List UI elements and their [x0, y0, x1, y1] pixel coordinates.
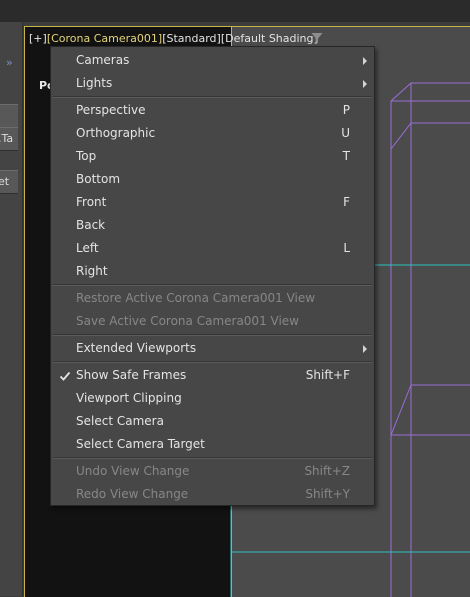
menu-item-label: Cameras: [76, 53, 130, 67]
viewport-camera-label[interactable]: [Corona Camera001]: [47, 32, 162, 45]
menu-item-label: Top: [76, 149, 97, 163]
menu-separator: [53, 96, 372, 98]
menu-item-shortcut: Shift+Y: [305, 487, 350, 501]
menu-item-shortcut: P: [342, 103, 350, 117]
menu-item-show-safe-frames[interactable]: Show Safe Frames Shift+F: [51, 364, 374, 387]
menu-item-shortcut: Shift+F: [305, 368, 350, 382]
menu-item-save-view[interactable]: Save Active Corona Camera001 View: [51, 310, 374, 333]
menu-item-redo-view-change[interactable]: Redo View Change Shift+Y: [51, 483, 374, 506]
menu-item-shortcut: T: [342, 149, 350, 163]
menu-item-undo-view-change[interactable]: Undo View Change Shift+Z: [51, 460, 374, 483]
menu-item-label: Show Safe Frames: [76, 368, 187, 382]
submenu-arrow-icon: [363, 345, 367, 353]
menu-separator: [53, 361, 372, 363]
menu-item-label: Select Camera Target: [76, 437, 205, 451]
viewport-mode-label[interactable]: [Standard]: [162, 32, 221, 45]
menu-item-lights[interactable]: Lights: [51, 72, 374, 95]
menu-item-label: Bottom: [76, 172, 121, 186]
menu-item-back[interactable]: Back: [51, 214, 374, 237]
menu-item-cameras[interactable]: Cameras: [51, 49, 374, 72]
viewport-shading-label[interactable]: [Default Shading]: [221, 32, 318, 45]
menu-item-label: Select Camera: [76, 414, 164, 428]
menu-separator: [53, 334, 372, 336]
menu-item-label: Redo View Change: [76, 487, 189, 501]
menu-item-label: Lights: [76, 76, 113, 90]
menu-item-right[interactable]: Right: [51, 260, 374, 283]
menu-item-label: Back: [76, 218, 106, 232]
panel-tab-3[interactable]: et: [0, 170, 18, 194]
menu-item-select-camera[interactable]: Select Camera: [51, 410, 374, 433]
menu-item-shortcut: U: [341, 126, 350, 140]
menu-item-front[interactable]: Front F: [51, 191, 374, 214]
menu-item-label: Perspective: [76, 103, 146, 117]
menu-item-label: Restore Active Corona Camera001 View: [76, 291, 316, 305]
viewport-label-menu[interactable]: [+][Corona Camera001][Standard][Default …: [29, 32, 318, 45]
panel-tab-2[interactable]: .Ta: [0, 127, 18, 151]
menu-separator: [53, 284, 372, 286]
panel-tab-1[interactable]: [0, 104, 18, 128]
submenu-arrow-icon: [363, 80, 367, 88]
menu-separator: [53, 457, 372, 459]
menu-item-shortcut: Shift+Z: [304, 464, 350, 478]
submenu-arrow-icon: [363, 57, 367, 65]
menu-item-restore-view[interactable]: Restore Active Corona Camera001 View: [51, 287, 374, 310]
filter-icon[interactable]: [311, 32, 323, 44]
viewport-plus-menu[interactable]: [+]: [29, 32, 47, 45]
menu-item-label: Left: [76, 241, 99, 255]
top-toolbar-strip: [0, 0, 470, 22]
menu-item-bottom[interactable]: Bottom: [51, 168, 374, 191]
menu-item-perspective[interactable]: Perspective P: [51, 99, 374, 122]
expand-chevron-icon[interactable]: »: [6, 56, 13, 69]
menu-item-select-camera-target[interactable]: Select Camera Target: [51, 433, 374, 456]
checkmark-icon: [59, 371, 71, 381]
menu-item-viewport-clipping[interactable]: Viewport Clipping: [51, 387, 374, 410]
menu-item-label: Viewport Clipping: [76, 391, 182, 405]
menu-item-left[interactable]: Left L: [51, 237, 374, 260]
menu-item-label: Extended Viewports: [76, 341, 197, 355]
menu-item-label: Undo View Change: [76, 464, 190, 478]
menu-item-label: Right: [76, 264, 108, 278]
left-command-panel: » .Ta et: [0, 22, 23, 596]
menu-item-top[interactable]: Top T: [51, 145, 374, 168]
menu-item-extended-viewports[interactable]: Extended Viewports: [51, 337, 374, 360]
viewport-context-menu: Cameras Lights Perspective P Orthographi…: [50, 46, 375, 506]
menu-item-label: Save Active Corona Camera001 View: [76, 314, 299, 328]
menu-item-shortcut: L: [343, 241, 350, 255]
menu-item-orthographic[interactable]: Orthographic U: [51, 122, 374, 145]
menu-item-label: Front: [76, 195, 107, 209]
menu-item-label: Orthographic: [76, 126, 156, 140]
menu-item-shortcut: F: [343, 195, 350, 209]
